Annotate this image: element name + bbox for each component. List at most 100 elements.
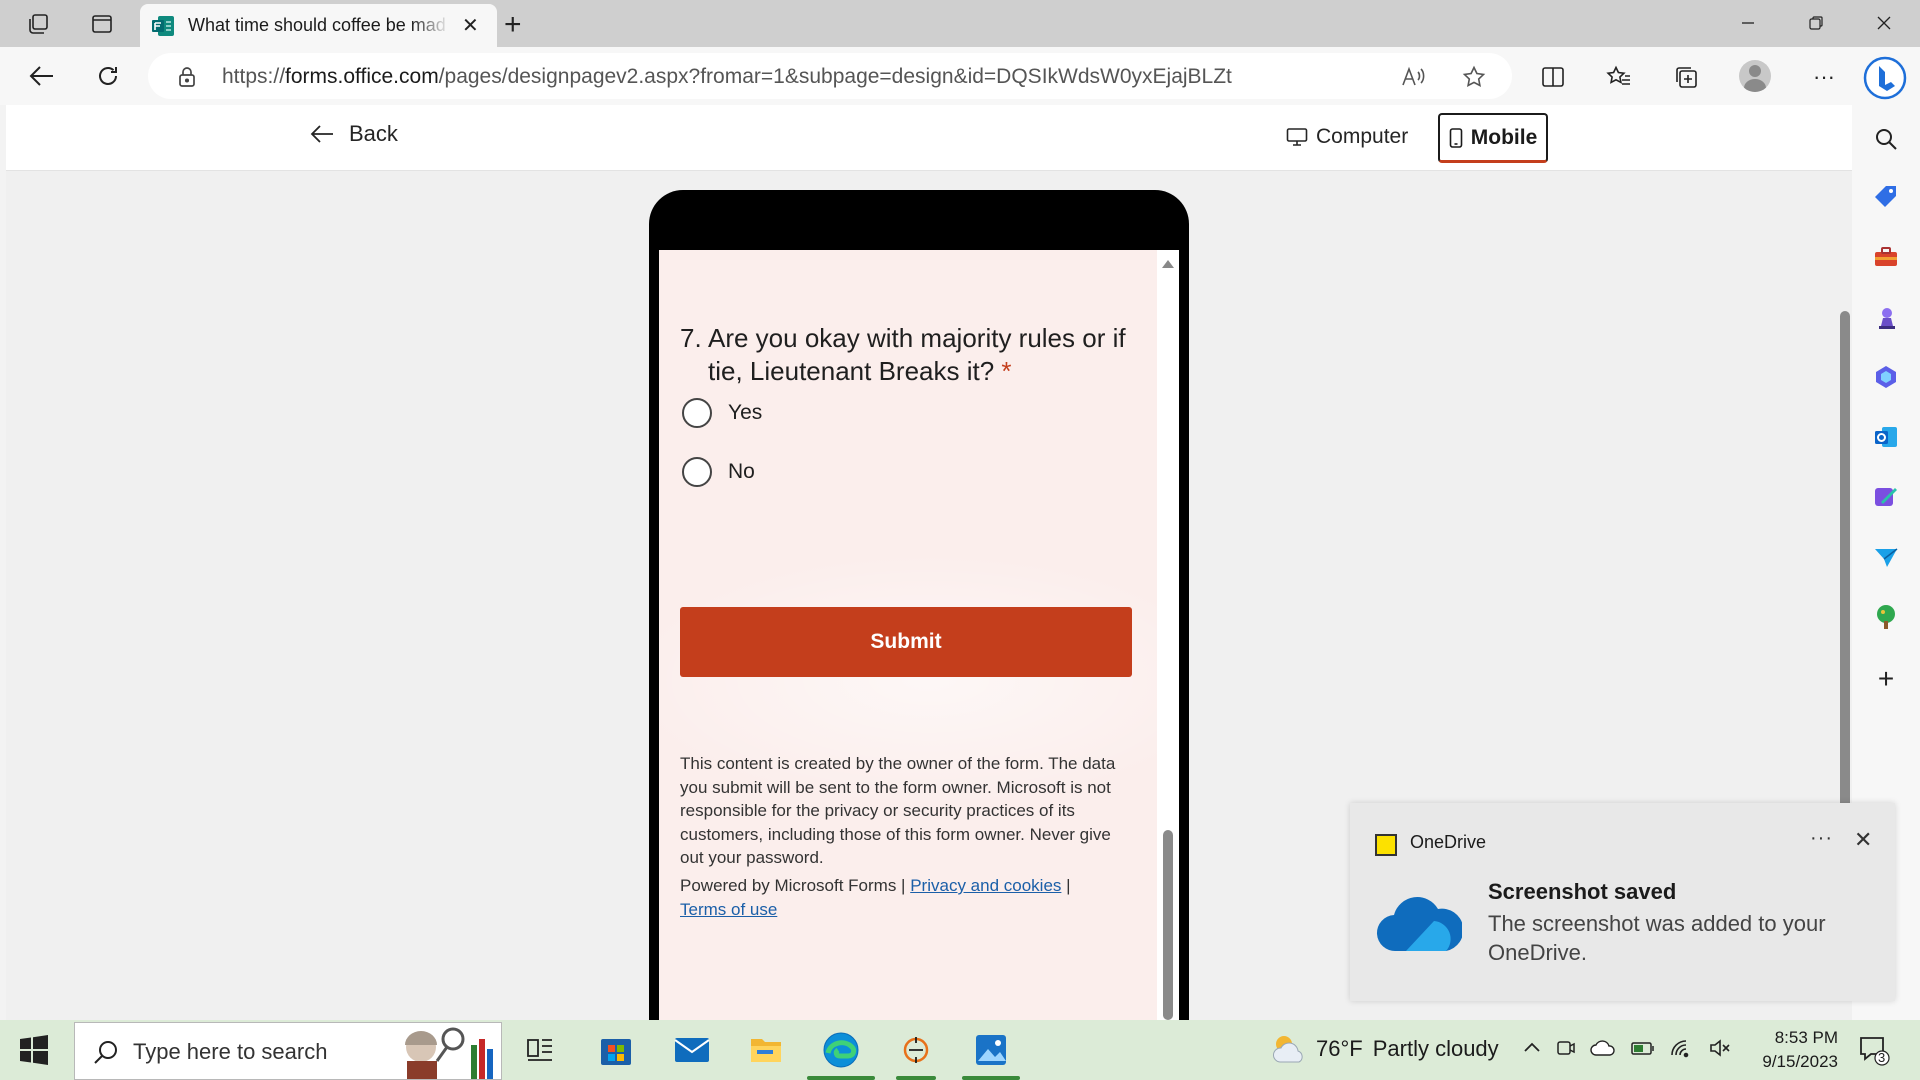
microsoft-store-icon[interactable] [596,1030,636,1070]
clock[interactable]: 8:53 PM 9/15/2023 [1738,1026,1838,1074]
required-marker: * [1001,356,1012,386]
scroll-up-arrow-icon[interactable] [1162,260,1174,268]
meet-now-icon[interactable] [1556,1036,1576,1060]
taskbar-search[interactable]: Type here to search [74,1022,502,1080]
vertical-tabs-icon[interactable] [82,6,122,42]
computer-view-button[interactable]: Computer [1286,125,1408,149]
send-icon[interactable] [1870,541,1902,573]
phone-scroll-thumb[interactable] [1163,830,1173,1020]
option-yes[interactable]: Yes [682,398,762,428]
address-bar-row: https://forms.office.com/pages/designpag… [0,47,1920,105]
notification-more-icon[interactable]: ··· [1810,827,1833,850]
favorite-star-icon[interactable] [1460,63,1488,91]
restore-icon[interactable] [1786,4,1846,42]
lock-icon[interactable] [178,66,196,93]
radio-button[interactable] [682,398,712,428]
phone-scrollbar[interactable] [1157,250,1179,1020]
submit-button[interactable]: Submit [680,607,1132,677]
weather-desc: Partly cloudy [1372,1036,1499,1061]
edge-browser-icon[interactable] [821,1030,861,1070]
refresh-icon[interactable] [88,56,128,96]
onedrive-cloud-icon [1376,897,1462,952]
notification-title: Screenshot saved [1488,879,1677,904]
phone-screen: 7. Are you okay with majority rules or i… [659,250,1179,1020]
search-placeholder: Type here to search [133,1039,328,1064]
close-window-icon[interactable] [1854,4,1914,42]
tab-title: What time should coffee be mad [188,15,446,35]
collections-icon[interactable] [1668,59,1704,95]
photos-active-indicator [962,1076,1020,1080]
search-icon [94,1041,117,1064]
url-host: forms.office.com [285,65,439,88]
wifi-icon[interactable] [1670,1036,1694,1060]
option-label: Yes [728,401,763,424]
shopping-tag-icon[interactable] [1870,181,1902,213]
terms-link[interactable]: Terms of use [680,900,777,919]
privacy-link[interactable]: Privacy and cookies [910,876,1061,895]
workspaces-icon[interactable] [18,6,58,42]
url-field[interactable]: https://forms.office.com/pages/designpag… [148,53,1512,99]
onedrive-tray-icon[interactable] [1590,1036,1616,1060]
battery-icon[interactable] [1630,1036,1656,1060]
tab-strip: What time should coffee be mad ✕ + [0,0,1920,47]
more-menu-icon[interactable]: ··· [1806,59,1842,95]
read-aloud-icon[interactable] [1400,63,1428,91]
onedrive-notification[interactable]: OneDrive ··· ✕ Screenshot saved The scre… [1350,803,1895,1001]
mobile-label: Mobile [1470,125,1538,149]
mobile-view-button[interactable]: Mobile [1438,113,1548,163]
bing-chat-icon[interactable] [1862,55,1908,101]
url-path: /pages/designpagev2.aspx?fromar=1&subpag… [438,65,1232,88]
favorites-icon[interactable] [1601,59,1637,95]
weather-temp: 76°F [1316,1036,1363,1061]
close-tab-icon[interactable]: ✕ [462,13,479,38]
phone-icon [1449,127,1463,148]
chevron-up-icon[interactable] [1522,1036,1542,1060]
search-icon[interactable] [1870,123,1902,155]
back-button[interactable]: Back [309,121,398,147]
url-text: https://forms.office.com/pages/designpag… [222,65,1232,89]
radio-button[interactable] [682,457,712,487]
url-scheme: https:// [222,65,286,88]
file-explorer-icon[interactable] [746,1030,786,1070]
search-highlight-illustration [405,1027,493,1079]
back-arrow-icon[interactable] [22,56,62,96]
snipping-active-indicator [896,1076,936,1080]
taskbar: Type here to search 76°F Partly cloudy 8… [0,1020,1920,1080]
games-icon[interactable] [1870,301,1902,333]
tree-icon[interactable] [1870,601,1902,633]
add-sidebar-app-icon[interactable]: + [1870,663,1902,695]
monitor-icon [1286,128,1308,146]
new-tab-icon[interactable]: + [504,8,522,42]
photos-icon[interactable] [971,1030,1011,1070]
notification-app-name: OneDrive [1410,832,1487,852]
notification-close-icon[interactable]: ✕ [1854,827,1872,853]
option-label: No [728,460,755,483]
back-label: Back [349,121,398,146]
computer-label: Computer [1316,125,1409,148]
footer-separator: | [1066,876,1071,895]
forms-favicon-icon [152,15,174,36]
preview-header: Back Computer Mobile [6,105,1852,171]
microsoft-365-icon[interactable] [1870,361,1902,393]
clock-time: 8:53 PM [1774,1028,1838,1047]
phone-frame: 7. Are you okay with majority rules or i… [649,190,1189,1020]
option-no[interactable]: No [682,457,755,487]
profile-avatar[interactable] [1739,60,1771,92]
tab-active[interactable]: What time should coffee be mad ✕ [140,4,497,47]
task-view-icon[interactable] [520,1030,560,1070]
designer-icon[interactable] [1870,481,1902,513]
question-text: Are you okay with majority rules or if t… [708,323,1126,386]
volume-muted-icon[interactable] [1708,1036,1732,1060]
outlook-icon[interactable] [1870,421,1902,453]
minimize-icon[interactable] [1718,4,1778,42]
split-screen-icon[interactable] [1535,59,1571,95]
weather-widget[interactable]: 76°F Partly cloudy [1270,1032,1499,1066]
windows-start-icon[interactable] [18,1034,50,1066]
system-tray [1522,1036,1732,1060]
notification-center-icon[interactable]: 3 [1858,1034,1890,1066]
notification-count: 3 [1878,1050,1886,1065]
snipping-tool-icon[interactable] [896,1030,936,1070]
edge-active-indicator [807,1076,875,1080]
mail-icon[interactable] [672,1030,712,1070]
tools-icon[interactable] [1870,241,1902,273]
